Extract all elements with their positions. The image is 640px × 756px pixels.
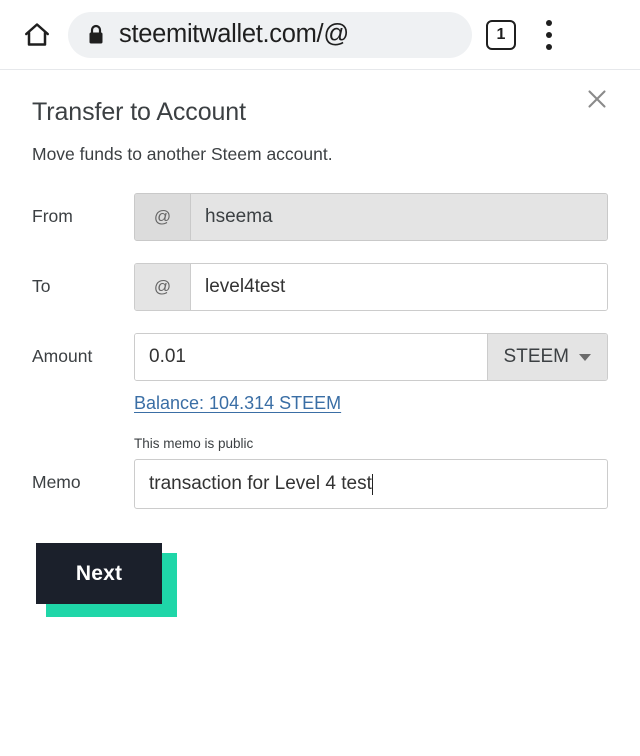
next-button-wrap: Next bbox=[36, 543, 177, 618]
menu-dot bbox=[546, 43, 552, 50]
modal-header: Transfer to Account Move funds to anothe… bbox=[32, 70, 608, 165]
next-button[interactable]: Next bbox=[36, 543, 162, 605]
memo-field-wrap: This memo is public transaction for Leve… bbox=[134, 436, 608, 510]
to-field-wrap: @ level4test bbox=[134, 263, 608, 311]
from-input-group: @ hseema bbox=[134, 193, 608, 241]
page-title: Transfer to Account bbox=[32, 98, 246, 126]
chevron-down-icon bbox=[579, 353, 591, 361]
home-button[interactable] bbox=[14, 12, 60, 58]
amount-input[interactable]: 0.01 bbox=[135, 334, 487, 380]
menu-dot bbox=[546, 19, 552, 26]
at-prefix-icon: @ bbox=[135, 264, 191, 310]
modal-subtitle: Move funds to another Steem account. bbox=[32, 144, 333, 164]
to-input[interactable]: level4test bbox=[191, 264, 607, 310]
amount-label: Amount bbox=[32, 346, 93, 366]
form-row-amount: Amount 0.01 STEEM Balance: 104.314 STEEM bbox=[32, 333, 608, 414]
address-bar[interactable]: steemitwallet.com/@ bbox=[68, 11, 472, 58]
to-label: To bbox=[32, 276, 51, 296]
url-text: steemitwallet.com/@ bbox=[119, 20, 349, 48]
currency-label: STEEM bbox=[503, 346, 569, 367]
transfer-modal: Transfer to Account Move funds to anothe… bbox=[0, 70, 640, 756]
home-icon bbox=[25, 22, 49, 46]
from-field-wrap: @ hseema bbox=[134, 193, 608, 241]
memo-public-hint: This memo is public bbox=[134, 436, 254, 451]
amount-field-wrap: 0.01 STEEM Balance: 104.314 STEEM bbox=[134, 333, 608, 414]
tab-count-label: 1 bbox=[496, 25, 506, 43]
memo-input[interactable]: transaction for Level 4 test bbox=[134, 459, 608, 510]
to-input-group[interactable]: @ level4test bbox=[134, 263, 608, 311]
overflow-menu-icon[interactable] bbox=[536, 18, 562, 52]
close-button[interactable] bbox=[580, 82, 614, 116]
text-cursor bbox=[371, 473, 374, 495]
from-label: From bbox=[32, 206, 73, 226]
from-input: hseema bbox=[191, 194, 607, 240]
memo-label: Memo bbox=[32, 472, 81, 492]
form-row-from: From @ hseema bbox=[32, 193, 608, 241]
browser-toolbar: steemitwallet.com/@ 1 bbox=[0, 0, 640, 70]
close-icon bbox=[588, 90, 606, 108]
amount-input-group[interactable]: 0.01 STEEM bbox=[134, 333, 608, 381]
menu-dot bbox=[546, 31, 552, 38]
balance-link[interactable]: Balance: 104.314 STEEM bbox=[134, 393, 341, 414]
memo-input-value: transaction for Level 4 test bbox=[149, 473, 372, 495]
at-prefix-icon: @ bbox=[135, 194, 191, 240]
form-row-to: To @ level4test bbox=[32, 263, 608, 311]
lock-icon bbox=[86, 23, 106, 47]
form-row-memo: Memo This memo is public transaction for… bbox=[32, 436, 608, 510]
transfer-form: From @ hseema To @ level4test Amount 0.0… bbox=[32, 193, 608, 510]
tab-counter-button[interactable]: 1 bbox=[486, 19, 516, 50]
currency-select[interactable]: STEEM bbox=[486, 334, 607, 380]
